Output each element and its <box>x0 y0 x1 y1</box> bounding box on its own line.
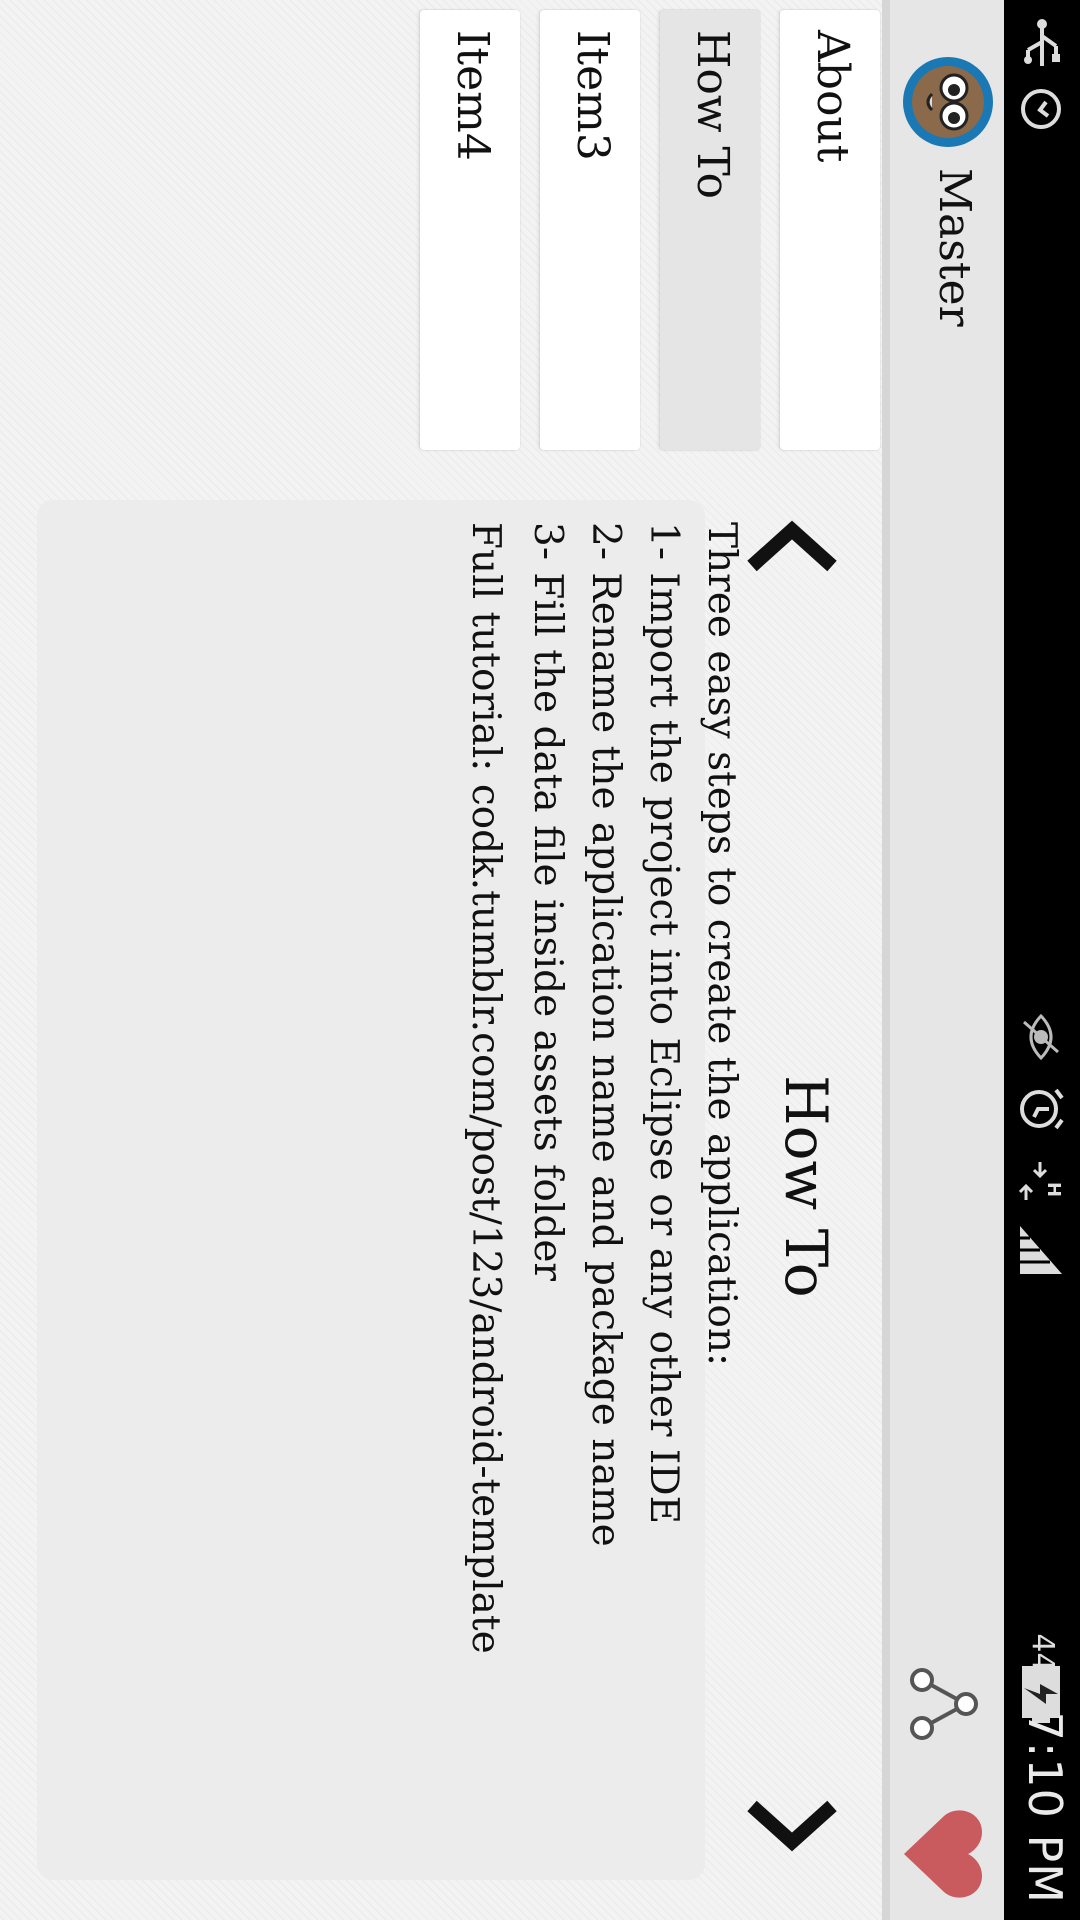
drawer-item-label: Item4 <box>447 30 498 161</box>
instructions-text: Three easy steps to create the applicati… <box>518 522 750 1547</box>
drawer-item-label: Item3 <box>567 30 618 161</box>
status-bar: H 44% 7:10 PM <box>1004 0 1080 1920</box>
status-time: 7:10 PM <box>1018 1711 1072 1904</box>
step-3-line: 3- Fill the data file inside assets fold… <box>525 522 570 1282</box>
eye-icon <box>1012 1012 1066 1062</box>
step-2-line: 2- Rename the application name and packa… <box>583 522 628 1547</box>
drawer-item-item4[interactable]: Item4 <box>420 10 520 450</box>
signal-icon <box>1012 1222 1066 1278</box>
intro-line: Three easy steps to create the applicati… <box>699 522 744 1367</box>
sync-icon <box>1012 84 1066 134</box>
drawer-item-item3[interactable]: Item3 <box>540 10 640 450</box>
page-title: How To <box>772 1075 840 1298</box>
chevron-left-icon[interactable] <box>740 520 840 572</box>
share-icon[interactable] <box>898 1664 982 1744</box>
alarm-icon <box>1012 1084 1066 1134</box>
data-arrows-icon: H <box>1012 1156 1066 1206</box>
svg-text:H: H <box>1043 1182 1064 1197</box>
chevron-right-icon[interactable] <box>740 1800 840 1852</box>
drawer-item-label: How To <box>687 30 738 199</box>
navigation-drawer: About How To Item3 Item4 <box>0 0 882 456</box>
app-title: Master <box>929 168 980 327</box>
app-screen: H 44% 7:10 PM Master <box>0 0 1080 1920</box>
favorite-heart-icon[interactable] <box>896 1806 988 1902</box>
drawer-item-how-to[interactable]: How To <box>660 10 760 450</box>
usb-icon <box>1014 18 1066 72</box>
tutorial-link[interactable]: Full tutorial: codk.tumblr.com/post/123/… <box>463 522 508 1654</box>
owl-logo-icon[interactable] <box>902 56 994 148</box>
drawer-item-about[interactable]: About <box>780 10 880 450</box>
step-1-line: 1- Import the project into Eclipse or an… <box>641 522 686 1525</box>
drawer-item-label: About <box>807 30 858 163</box>
action-bar: Master <box>882 0 1004 1920</box>
